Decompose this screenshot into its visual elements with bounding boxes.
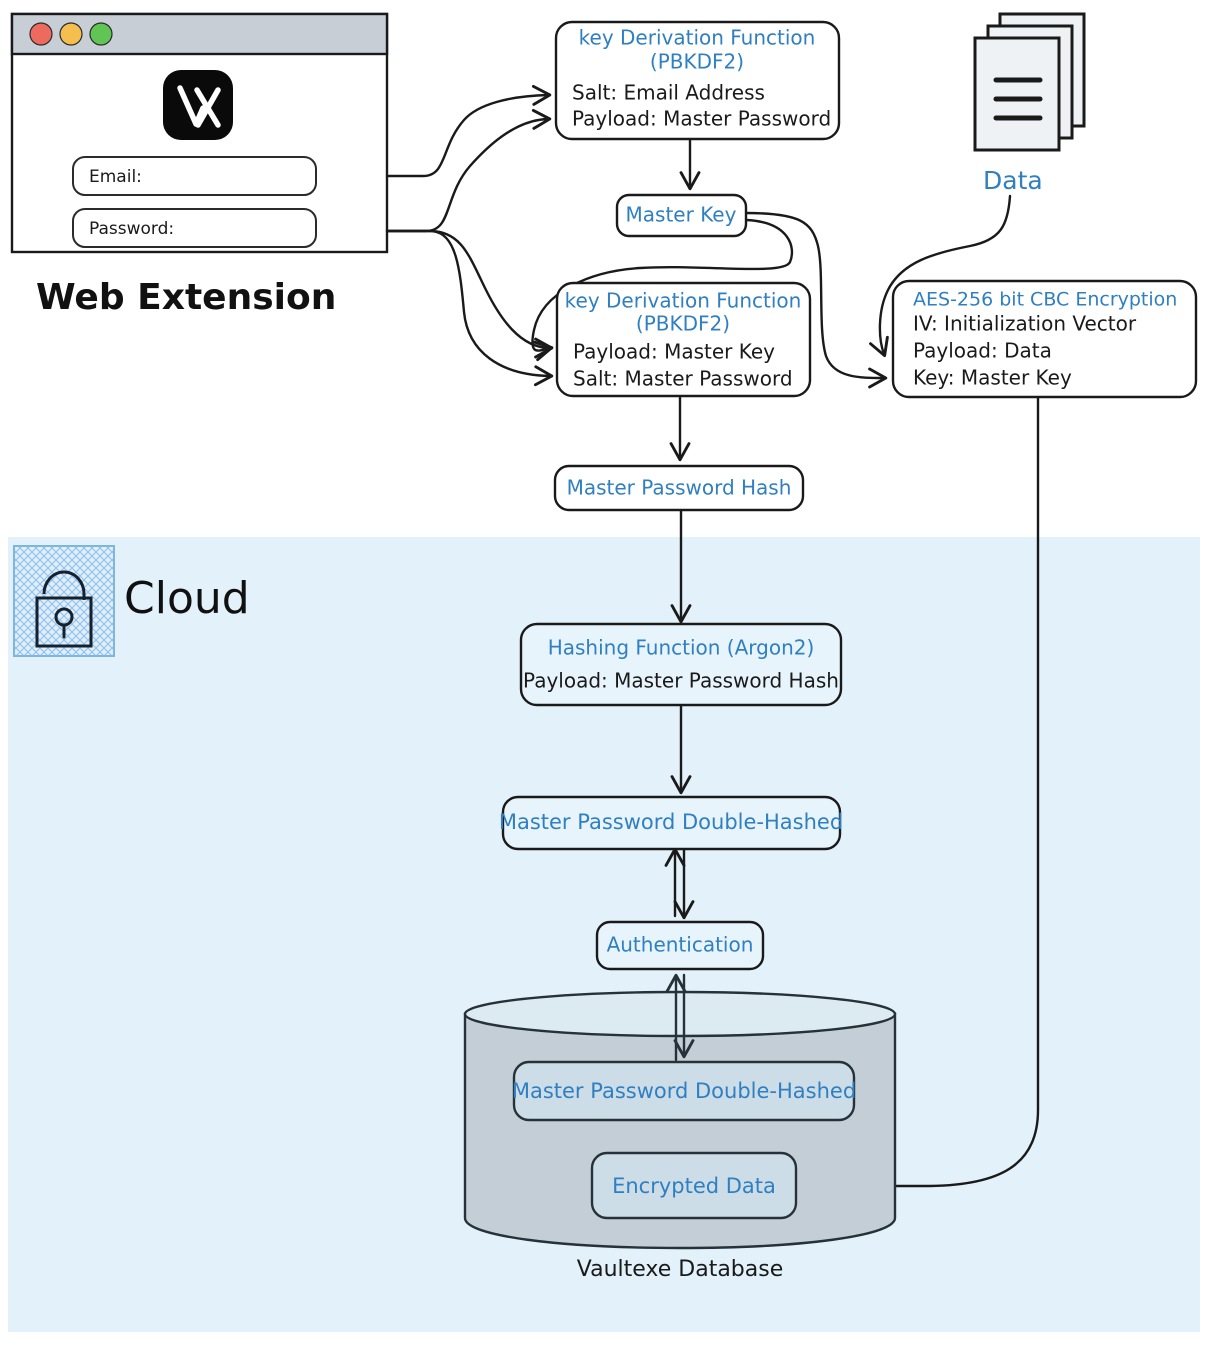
node-master-key[interactable]: Master Key xyxy=(615,193,748,238)
web-extension-caption: Web Extension xyxy=(36,277,336,318)
aes-title: AES-256 bit CBC Encryption xyxy=(913,289,1177,311)
kdf1-title-line1: key Derivation Function xyxy=(579,26,816,50)
kdf2-line-payload: Payload: Master Key xyxy=(573,340,775,364)
authentication-title: Authentication xyxy=(607,933,754,957)
password-field-label: Password: xyxy=(89,219,174,239)
kdf1-title-line2: (PBKDF2) xyxy=(650,50,744,74)
node-kdf2[interactable]: key Derivation Function (PBKDF2) Payload… xyxy=(555,281,812,398)
kdf1-line-salt: Salt: Email Address xyxy=(572,81,765,105)
vaultexe-logo xyxy=(163,70,233,140)
kdf1-line-payload: Payload: Master Password xyxy=(572,107,831,131)
kdf2-line-salt: Salt: Master Password xyxy=(573,367,793,391)
db-encrypted-data-title: Encrypted Data xyxy=(612,1174,776,1198)
argon2-title: Hashing Function (Argon2) xyxy=(548,636,815,660)
node-argon2[interactable]: Hashing Function (Argon2) Payload: Maste… xyxy=(519,622,843,707)
node-db-double-hashed[interactable]: Master Password Double-Hashed xyxy=(512,1060,856,1122)
maximize-dot[interactable] xyxy=(89,22,113,46)
aes-line-payload: Payload: Data xyxy=(913,339,1052,363)
node-double-hashed[interactable]: Master Password Double-Hashed xyxy=(499,795,843,851)
minimize-dot[interactable] xyxy=(59,22,83,46)
kdf2-title-line2: (PBKDF2) xyxy=(636,312,730,336)
master-key-title: Master Key xyxy=(626,203,737,227)
node-db-encrypted-data[interactable]: Encrypted Data xyxy=(590,1151,798,1220)
email-field-label: Email: xyxy=(89,167,142,187)
database-caption: Vaultexe Database xyxy=(577,1257,784,1282)
data-label: Data xyxy=(983,166,1043,195)
web-extension-window: Email: Password: xyxy=(10,12,389,254)
master-password-hash-title: Master Password Hash xyxy=(567,476,792,500)
kdf2-title-line1: key Derivation Function xyxy=(565,289,802,313)
close-dot[interactable] xyxy=(29,22,53,46)
argon2-line-payload: Payload: Master Password Hash xyxy=(523,669,839,693)
aes-line-iv: IV: Initialization Vector xyxy=(913,312,1137,336)
node-authentication[interactable]: Authentication xyxy=(595,920,765,971)
aes-line-key: Key: Master Key xyxy=(913,366,1072,390)
node-aes-encryption[interactable]: AES-256 bit CBC Encryption IV: Initializ… xyxy=(891,279,1198,399)
node-kdf1[interactable]: key Derivation Function (PBKDF2) Salt: E… xyxy=(554,20,841,141)
diagram-canvas: Email: Password: Web Extension Data Clou… xyxy=(0,0,1208,1356)
node-master-password-hash[interactable]: Master Password Hash xyxy=(553,464,805,512)
edge-password-to-kdf2-salt xyxy=(385,229,554,387)
cloud-label: Cloud xyxy=(124,573,250,624)
password-field[interactable]: Password: xyxy=(72,208,317,248)
edge-email-to-kdf1 xyxy=(385,84,552,178)
email-field[interactable]: Email: xyxy=(72,156,317,196)
documents-stack-icon xyxy=(973,12,1086,152)
lock-icon xyxy=(13,545,115,657)
double-hashed-title: Master Password Double-Hashed xyxy=(499,810,843,834)
db-double-hashed-title: Master Password Double-Hashed xyxy=(512,1079,856,1103)
